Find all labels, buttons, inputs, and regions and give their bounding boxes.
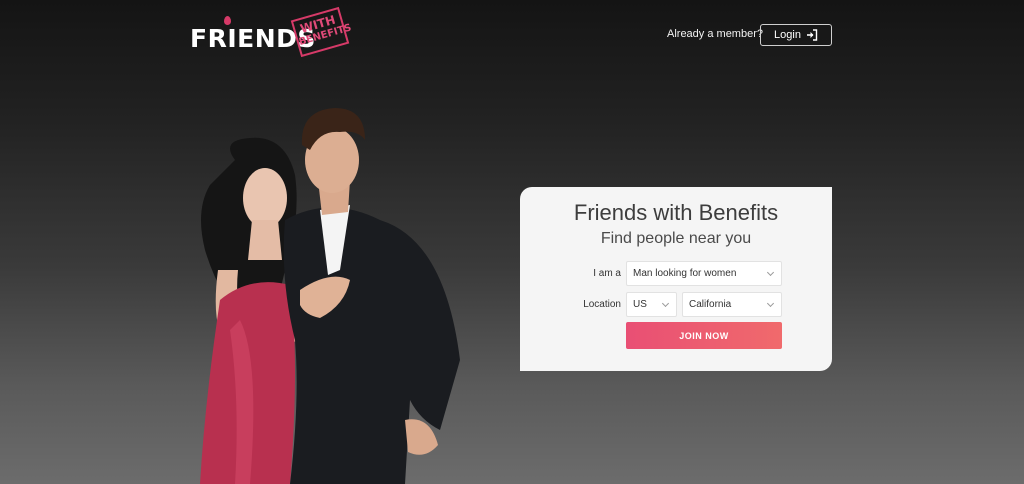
chevron-down-icon — [766, 299, 775, 308]
login-icon — [806, 29, 818, 41]
login-button[interactable]: Login — [760, 24, 832, 46]
logo-stamp: WITH BENEFITS — [290, 6, 353, 58]
already-member-text: Already a member? — [667, 28, 763, 40]
i-am-label: I am a — [593, 268, 621, 279]
country-select[interactable]: US — [626, 292, 677, 317]
couple-photo — [200, 108, 460, 484]
chevron-down-icon — [766, 268, 775, 277]
site-logo[interactable]: FRIENDS WITH BENEFITS — [190, 6, 353, 58]
chevron-down-icon — [661, 299, 670, 308]
login-label: Login — [774, 29, 801, 41]
seeking-value: Man looking for women — [633, 268, 737, 279]
seeking-select[interactable]: Man looking for women — [626, 261, 782, 286]
country-value: US — [633, 299, 647, 310]
location-label: Location — [583, 299, 621, 310]
card-title: Friends with Benefits — [573, 200, 779, 225]
state-select[interactable]: California — [682, 292, 782, 317]
card-subtitle: Find people near you — [600, 230, 752, 247]
signup-card: Friends with Benefits Find people near y… — [520, 187, 832, 371]
join-now-button[interactable]: JOIN NOW — [626, 322, 782, 349]
state-value: California — [689, 299, 732, 310]
